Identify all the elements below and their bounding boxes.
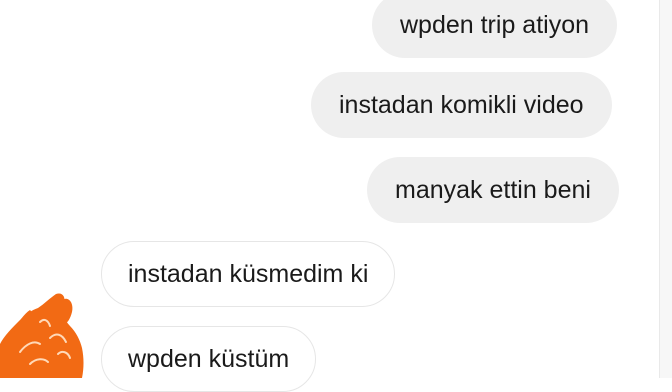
message-bubble-received[interactable]: wpden küstüm <box>101 326 317 392</box>
message-text: manyak ettin beni <box>395 175 591 204</box>
orange-scribble-avatar-icon <box>0 293 84 378</box>
message-text: wpden küstüm <box>128 344 290 373</box>
chat-thread: wpden trip atiyon instadan komikli video… <box>0 0 672 392</box>
message-bubble-sent[interactable]: instadan komikli video <box>311 72 612 138</box>
message-bubble-received[interactable]: instadan küsmedim ki <box>101 241 396 307</box>
message-text: wpden trip atiyon <box>400 10 590 39</box>
scroll-edge <box>659 0 672 378</box>
avatar[interactable] <box>0 292 96 378</box>
message-text: instadan küsmedim ki <box>128 259 369 288</box>
message-bubble-sent[interactable]: manyak ettin beni <box>367 157 619 223</box>
message-bubble-sent[interactable]: wpden trip atiyon <box>372 0 618 58</box>
message-text: instadan komikli video <box>339 90 584 119</box>
